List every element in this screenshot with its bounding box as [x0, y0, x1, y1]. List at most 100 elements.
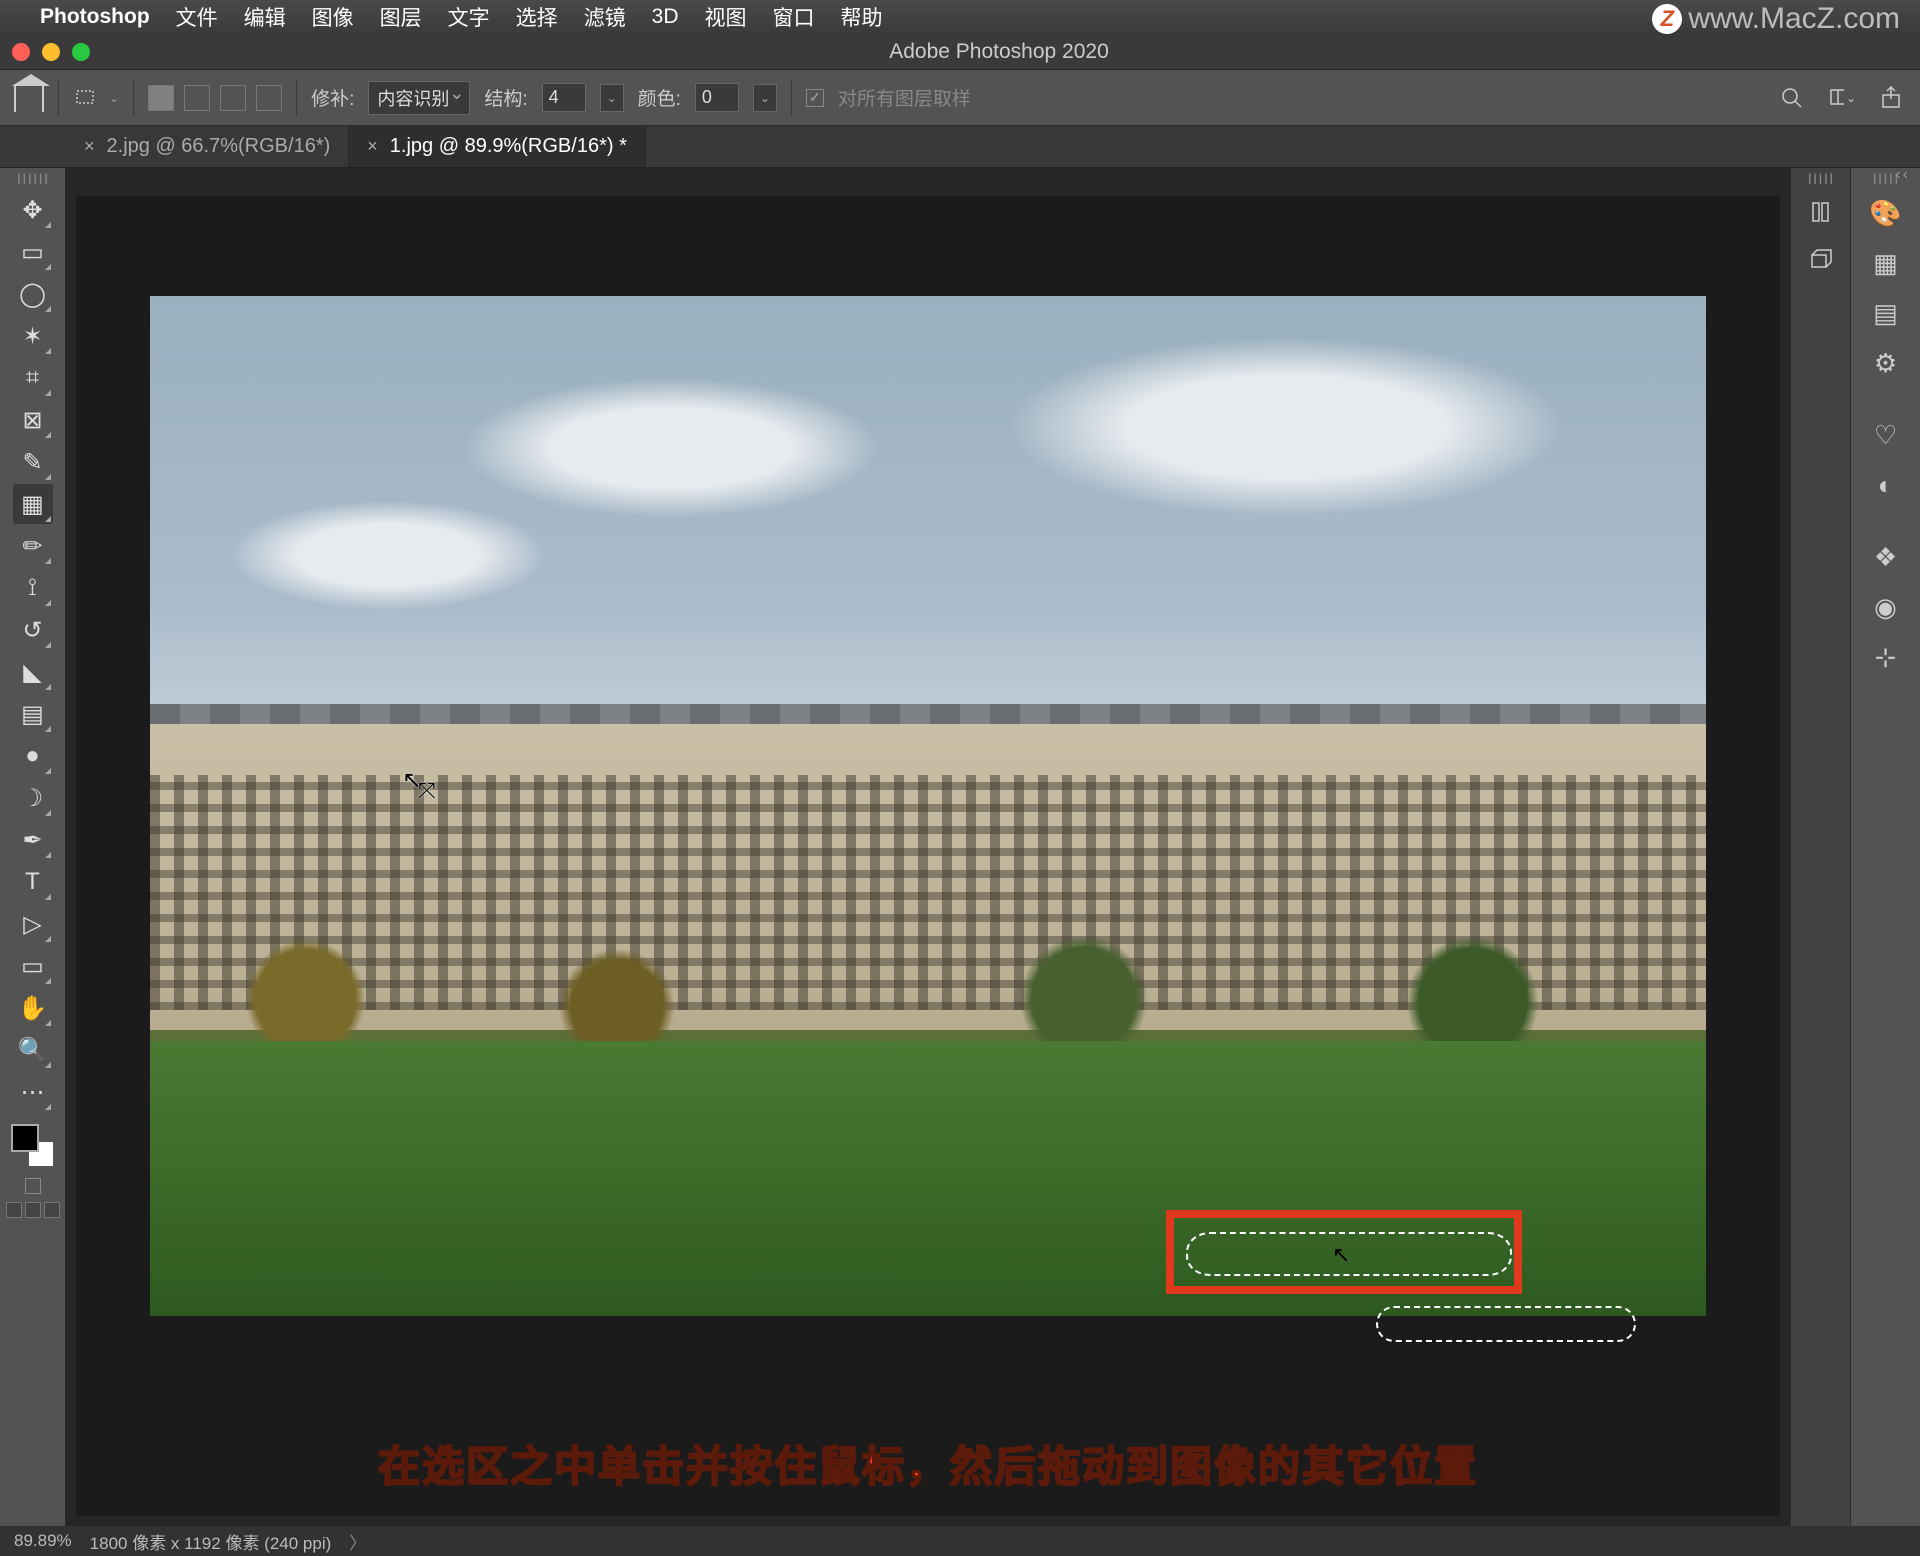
- tab-label: 2.jpg @ 66.7%(RGB/16*): [107, 135, 331, 158]
- window-maximize-button[interactable]: [72, 43, 90, 61]
- paths-icon[interactable]: ⊹: [1863, 634, 1909, 680]
- menu-3d[interactable]: 3D: [652, 5, 679, 29]
- menu-layer[interactable]: 图层: [380, 2, 422, 32]
- menu-view[interactable]: 视图: [705, 2, 747, 32]
- tutorial-caption: 在选区之中单击并按住鼠标，然后拖动到图像的其它位置: [66, 1433, 1790, 1494]
- home-button[interactable]: [14, 84, 44, 112]
- sample-all-label: 对所有图层取样: [838, 84, 971, 111]
- libraries-icon[interactable]: [1799, 190, 1843, 234]
- window-close-button[interactable]: [12, 43, 30, 61]
- document-canvas[interactable]: ↖ ↖: [76, 196, 1780, 1516]
- zoom-level[interactable]: 89.89%: [14, 1531, 72, 1551]
- hand-tool[interactable]: ✋: [13, 988, 53, 1028]
- lasso-tool[interactable]: ◯: [13, 274, 53, 314]
- stamp-tool[interactable]: ⟟: [13, 568, 53, 608]
- more-tools[interactable]: ⋯: [13, 1072, 53, 1112]
- window-minimize-button[interactable]: [42, 43, 60, 61]
- sky-decoration: [228, 500, 548, 610]
- menu-type[interactable]: 文字: [448, 2, 490, 32]
- selection-new-button[interactable]: [148, 85, 174, 111]
- type-tool[interactable]: T: [13, 862, 53, 902]
- sample-all-checkbox[interactable]: ✓: [806, 89, 824, 107]
- structure-input[interactable]: 4: [542, 83, 586, 112]
- app-name-menu[interactable]: Photoshop: [40, 5, 150, 29]
- document-tab-1[interactable]: × 1.jpg @ 89.9%(RGB/16*) *: [349, 126, 646, 167]
- channels-icon[interactable]: ◉: [1863, 584, 1909, 630]
- foreground-color[interactable]: [11, 1124, 39, 1152]
- color-stepper[interactable]: ⌄: [753, 84, 777, 112]
- gradients-icon[interactable]: ▤: [1863, 290, 1909, 336]
- eyedropper-tool[interactable]: ✎: [13, 442, 53, 482]
- close-tab-icon[interactable]: ×: [84, 136, 95, 157]
- search-icon[interactable]: [1778, 84, 1806, 112]
- structure-stepper[interactable]: ⌄: [600, 84, 624, 112]
- crop-tool[interactable]: ⌗: [13, 358, 53, 398]
- brush-tool[interactable]: ✏: [13, 526, 53, 566]
- workspace: ┃┃┃┃┃┃ ✥▭◯✶⌗⊠✎▦✏⟟↺◣▤●☽✒T▷▭✋🔍⋯: [0, 168, 1920, 1526]
- zoom-tool[interactable]: 🔍: [13, 1030, 53, 1070]
- watermark-text: www.MacZ.com: [1688, 2, 1900, 36]
- status-menu-icon[interactable]: 〉: [349, 1529, 366, 1554]
- menu-image[interactable]: 图像: [312, 2, 354, 32]
- shape-tool[interactable]: ▭: [13, 946, 53, 986]
- screen-mode-buttons[interactable]: [6, 1202, 60, 1218]
- divider: [296, 80, 297, 116]
- path-select-tool[interactable]: ▷: [13, 904, 53, 944]
- toolbar-grip[interactable]: ┃┃┃┃┃┃: [16, 174, 49, 188]
- layers-icon[interactable]: ❖: [1863, 534, 1909, 580]
- app-window: Adobe Photoshop 2020 ⌄ 修补: 内容识别 结构: 4 ⌄ …: [0, 34, 1920, 1556]
- workspace-switcher[interactable]: ⌄: [1828, 84, 1856, 112]
- document-tab-0[interactable]: × 2.jpg @ 66.7%(RGB/16*): [66, 126, 349, 167]
- divider: [58, 80, 59, 116]
- 3d-panel-icon[interactable]: [1799, 238, 1843, 282]
- learn-icon[interactable]: ♡: [1863, 412, 1909, 458]
- menu-help[interactable]: 帮助: [841, 2, 883, 32]
- patch-selection-marquee-secondary[interactable]: [1376, 1306, 1636, 1342]
- color-swatches[interactable]: [11, 1124, 55, 1168]
- color-label: 颜色:: [638, 84, 681, 111]
- menu-select[interactable]: 选择: [516, 2, 558, 32]
- panel-separator: [1863, 390, 1909, 408]
- watermark: Z www.MacZ.com: [1652, 2, 1900, 36]
- selection-intersect-button[interactable]: [256, 85, 282, 111]
- styles-icon[interactable]: ◐: [1863, 462, 1909, 508]
- dock-grip[interactable]: ┃┃┃┃┃: [1807, 174, 1834, 186]
- structure-label: 结构:: [484, 84, 527, 111]
- menu-filter[interactable]: 滤镜: [584, 2, 626, 32]
- menu-edit[interactable]: 编辑: [244, 2, 286, 32]
- swatches-icon[interactable]: ▦: [1863, 240, 1909, 286]
- pen-tool[interactable]: ✒: [13, 820, 53, 860]
- blur-tool[interactable]: ●: [13, 736, 53, 776]
- traffic-lights: [12, 43, 90, 61]
- move-tool[interactable]: ✥: [13, 190, 53, 230]
- color-icon[interactable]: 🎨: [1863, 190, 1909, 236]
- quick-select-tool[interactable]: ✶: [13, 316, 53, 356]
- patch-mode-select[interactable]: 内容识别: [368, 81, 470, 115]
- collapse-panels-icon[interactable]: ‹‹: [1895, 166, 1910, 184]
- history-brush-tool[interactable]: ↺: [13, 610, 53, 650]
- document-info[interactable]: 1800 像素 x 1192 像素 (240 ppi): [90, 1529, 332, 1554]
- adjustments-icon[interactable]: ⚙: [1863, 340, 1909, 386]
- dodge-tool[interactable]: ☽: [13, 778, 53, 818]
- divider: [133, 80, 134, 116]
- sky-decoration: [461, 378, 881, 518]
- gradient-tool[interactable]: ▤: [13, 694, 53, 734]
- menu-file[interactable]: 文件: [176, 2, 218, 32]
- collapsed-dock-right: ┃┃┃┃┃ 🎨▦▤⚙♡◐❖◉⊹: [1850, 168, 1920, 1526]
- right-panels: ┃┃┃┃┃ ┃┃┃┃┃ 🎨▦▤⚙♡◐❖◉⊹: [1790, 168, 1920, 1526]
- marquee-tool[interactable]: ▭: [13, 232, 53, 272]
- selection-subtract-button[interactable]: [220, 85, 246, 111]
- eraser-tool[interactable]: ◣: [13, 652, 53, 692]
- menu-window[interactable]: 窗口: [773, 2, 815, 32]
- selection-add-button[interactable]: [184, 85, 210, 111]
- share-icon[interactable]: [1878, 84, 1906, 112]
- patch-tool-preset[interactable]: ⌄: [73, 85, 119, 111]
- frame-tool[interactable]: ⊠: [13, 400, 53, 440]
- window-title: Adobe Photoshop 2020: [90, 40, 1908, 64]
- close-tab-icon[interactable]: ×: [367, 136, 378, 157]
- patch-tool[interactable]: ▦: [13, 484, 53, 524]
- color-input[interactable]: 0: [695, 83, 739, 112]
- quick-mask-toggle[interactable]: [25, 1178, 41, 1194]
- collapsed-dock-left: ┃┃┃┃┃: [1790, 168, 1850, 1526]
- options-bar: ⌄ 修补: 内容识别 结构: 4 ⌄ 颜色: 0 ⌄ ✓ 对所有图层取样 ⌄: [0, 70, 1920, 126]
